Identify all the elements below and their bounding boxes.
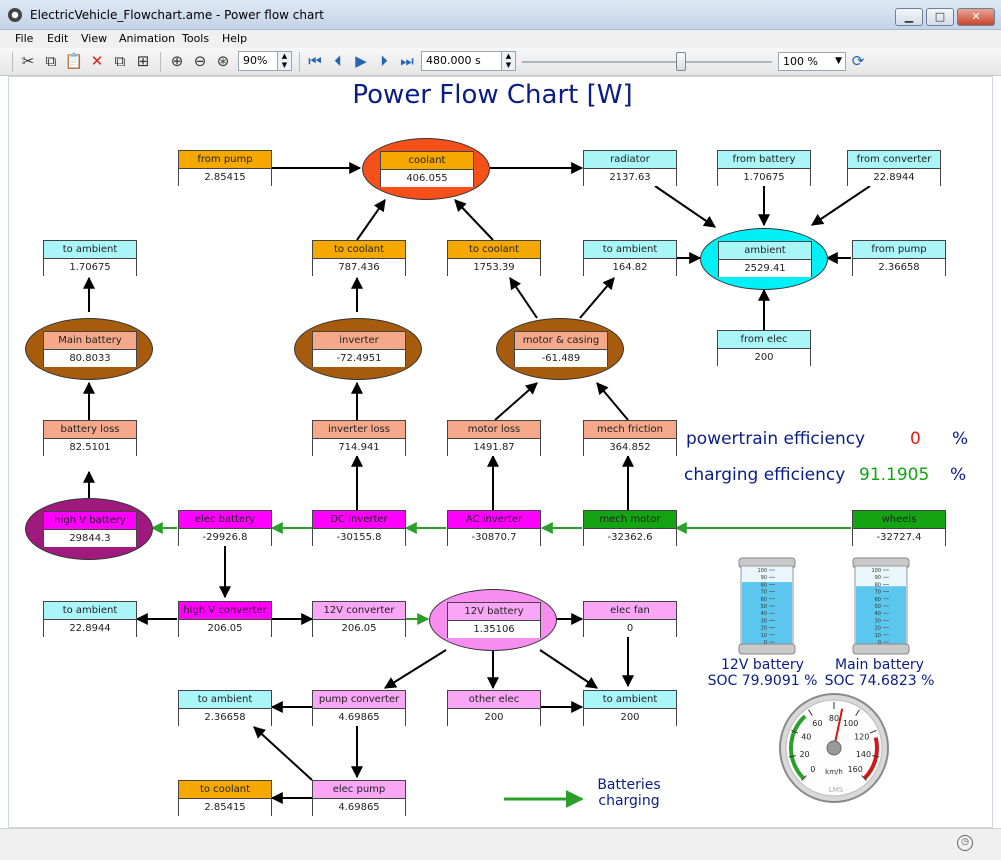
gauge-tick-label: 120 [854, 733, 869, 742]
gauge-tick-label: 100 [843, 719, 858, 728]
gauge-tick-label: 0 [810, 765, 815, 774]
gauge-tick-label: 60 [812, 719, 822, 728]
gauge-tick-label: 140 [856, 750, 871, 759]
gauge-brand: LMS [829, 786, 844, 794]
gauge-tick-label: 80 [829, 714, 839, 723]
gauge-unit: km/h [825, 768, 843, 776]
clock-icon: ◷ [957, 835, 973, 851]
application-window: ElectricVehicle_Flowchart.ame - Power fl… [0, 0, 1001, 860]
gauge-tick-label: 40 [801, 733, 811, 742]
speedometer: 020 4060 80 100 120 140 160 km/h LMS [779, 693, 889, 803]
gauge-tick-label: 160 [848, 765, 863, 774]
gauge-hub [826, 740, 842, 756]
gauge-tick-label: 20 [799, 750, 809, 759]
status-bar: ◷ [0, 828, 1001, 860]
